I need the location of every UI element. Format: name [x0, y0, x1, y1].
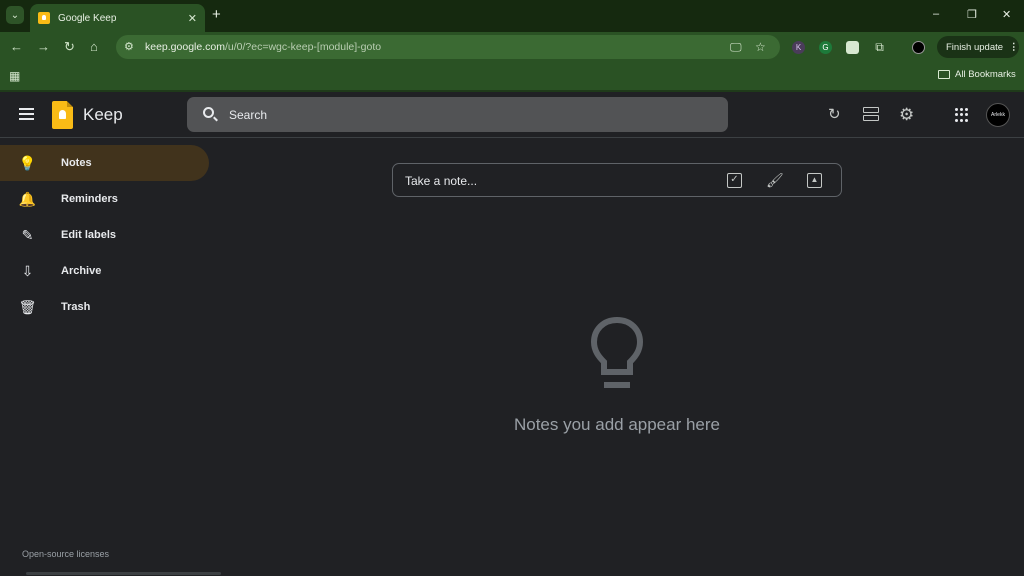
take-note-box[interactable]: Take a note... ✓ 🖌 ▲	[392, 163, 842, 197]
extension-drive-icon[interactable]	[846, 41, 859, 54]
folder-icon	[938, 70, 950, 79]
browser-toolbar: ← → ↻ ⌂ ⚙ keep.google.com/u/0/?ec=wgc-ke…	[0, 32, 1024, 62]
sidebar-item-label: Trash	[61, 301, 91, 313]
app-header: Keep ↻ ⚙ Arlekk	[0, 92, 1024, 138]
trash-icon: 🗑	[18, 298, 37, 315]
profile-avatar[interactable]	[912, 41, 925, 54]
extensions-puzzle-icon[interactable]: ⧉	[873, 40, 886, 54]
sidebar-item-trash[interactable]: 🗑 Trash	[0, 289, 209, 325]
back-button[interactable]: ←	[10, 40, 23, 54]
empty-lightbulb-icon	[590, 316, 644, 388]
search-input[interactable]	[229, 105, 709, 124]
site-info-icon[interactable]: ⚙	[124, 40, 134, 53]
tab-title: Google Keep	[58, 12, 117, 24]
bookmark-star-icon[interactable]: ☆	[755, 40, 766, 54]
sidebar-item-label: Edit labels	[61, 229, 117, 241]
new-tab-button[interactable]: +	[212, 7, 221, 23]
account-avatar[interactable]: Arlekk	[986, 103, 1010, 127]
extension-k-icon[interactable]: K	[792, 41, 805, 54]
lightbulb-icon: 💡	[18, 154, 37, 171]
pencil-icon: ✎	[21, 226, 34, 243]
finish-update-button[interactable]: Finish update ⋮	[937, 36, 1019, 58]
sidebar-item-archive[interactable]: ⇩ Archive	[0, 253, 209, 289]
bell-icon: 🔔	[18, 190, 37, 207]
tab-close-icon[interactable]: ✕	[188, 12, 197, 25]
new-drawing-brush-icon[interactable]: 🖌	[766, 173, 784, 188]
tab-strip: ⌄ Google Keep ✕ + – ❐ ✕	[0, 0, 1024, 32]
more-menu-icon: ⋮	[1009, 41, 1019, 53]
tab-google-keep[interactable]: Google Keep ✕	[30, 4, 205, 32]
close-window-button[interactable]: ✕	[1002, 8, 1011, 21]
address-bar[interactable]: ⚙ keep.google.com/u/0/?ec=wgc-keep-[modu…	[116, 35, 780, 59]
new-list-checkbox-icon[interactable]: ✓	[727, 173, 742, 188]
main-menu-icon[interactable]	[19, 108, 34, 120]
app-name[interactable]: Keep	[83, 105, 123, 125]
url-text: keep.google.com/u/0/?ec=wgc-keep-[module…	[145, 41, 382, 53]
install-app-icon[interactable]: 🖵	[730, 40, 742, 55]
empty-state-text: Notes you add appear here	[513, 415, 721, 434]
sidebar-item-reminders[interactable]: 🔔 Reminders	[0, 181, 209, 217]
bookmarks-apps-icon[interactable]: ▦	[9, 69, 20, 83]
keep-logo-icon[interactable]	[52, 101, 73, 129]
restore-button[interactable]: ❐	[967, 8, 977, 21]
archive-icon: ⇩	[21, 262, 34, 279]
minimize-button[interactable]: –	[933, 8, 939, 20]
reload-button[interactable]: ↻	[64, 40, 75, 54]
sidebar-item-edit-labels[interactable]: ✎ Edit labels	[0, 217, 209, 253]
new-image-icon[interactable]: ▲	[807, 173, 822, 188]
browser-chrome: ⌄ Google Keep ✕ + – ❐ ✕ ← → ↻ ⌂ ⚙ keep.g…	[0, 0, 1024, 92]
sidebar-item-label: Notes	[61, 157, 92, 169]
keep-favicon-icon	[38, 12, 50, 24]
all-bookmarks-button[interactable]: All Bookmarks	[938, 69, 1016, 80]
sidebar-item-label: Archive	[61, 265, 102, 277]
search-icon[interactable]	[203, 107, 214, 118]
google-apps-icon[interactable]	[955, 108, 969, 122]
search-bar[interactable]	[187, 97, 728, 132]
tab-search-button[interactable]: ⌄	[6, 6, 24, 24]
settings-icon[interactable]: ⚙	[899, 106, 914, 123]
sidebar-item-notes[interactable]: 💡 Notes	[0, 145, 209, 181]
sidebar-item-label: Reminders	[61, 193, 118, 205]
refresh-icon[interactable]: ↻	[828, 107, 841, 122]
home-icon[interactable]: ⌂	[90, 40, 98, 54]
take-note-placeholder[interactable]: Take a note...	[405, 174, 477, 188]
horizontal-scrollbar[interactable]	[26, 572, 221, 575]
extension-g-icon[interactable]: G	[819, 41, 832, 54]
sidebar: 💡 Notes 🔔 Reminders ✎ Edit labels ⇩ Arch…	[0, 145, 212, 325]
open-source-licenses-link[interactable]: Open-source licenses	[22, 549, 109, 559]
forward-button[interactable]: →	[37, 40, 50, 54]
bookmarks-bar: ▦ All Bookmarks	[0, 62, 1024, 90]
list-view-icon[interactable]	[863, 107, 879, 122]
